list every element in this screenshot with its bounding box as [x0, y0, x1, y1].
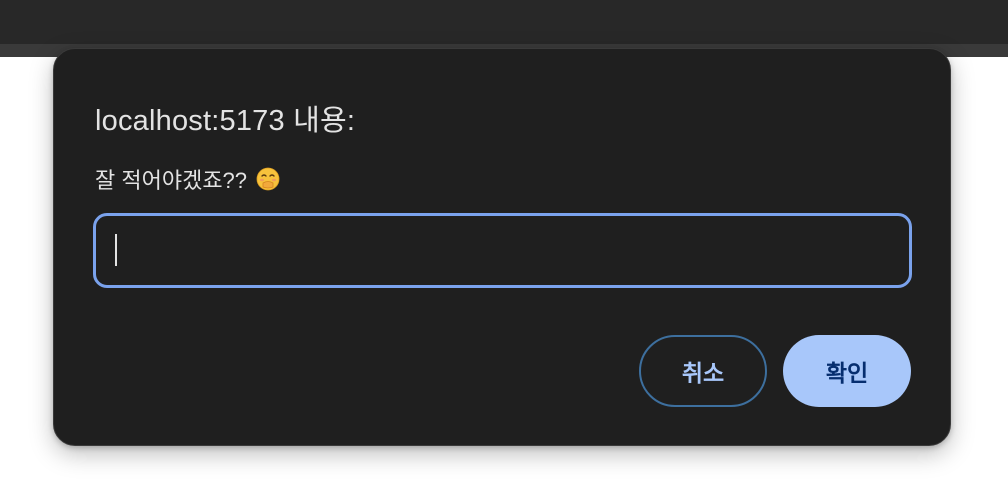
prompt-dialog: localhost:5173 내용: 잘 적어야겠죠?? 취소 확인	[53, 48, 951, 446]
dialog-message: 잘 적어야겠죠??	[95, 168, 248, 193]
prompt-input-field[interactable]	[93, 213, 912, 288]
browser-toolbar-strip	[0, 0, 1008, 44]
cancel-button[interactable]: 취소	[639, 335, 767, 407]
dialog-message-row: 잘 적어야겠죠??	[95, 163, 281, 195]
dialog-title: localhost:5173 내용:	[95, 105, 356, 137]
prompt-input[interactable]	[96, 216, 909, 285]
face-with-hand-over-mouth-icon	[255, 166, 281, 192]
text-caret	[115, 234, 117, 266]
ok-button[interactable]: 확인	[783, 335, 911, 407]
